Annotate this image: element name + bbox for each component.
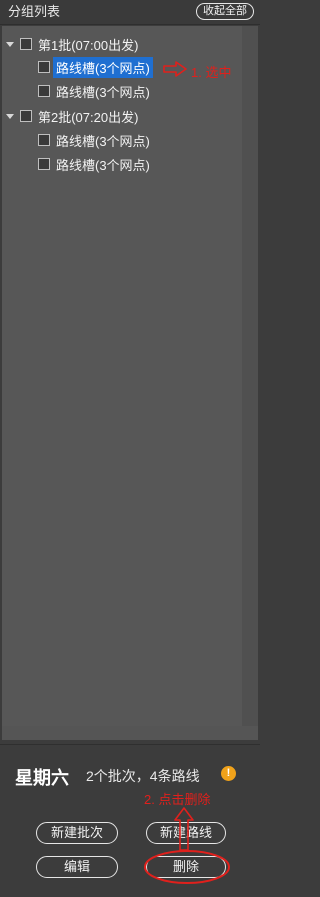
batch-checkbox[interactable] (20, 110, 32, 122)
edit-button[interactable]: 编辑 (36, 856, 118, 878)
group-list-panel: 分组列表 收起全部 第1批(07:00出发) 路线槽(3个网点) 路线槽(3个网… (0, 0, 260, 897)
route-label: 路线槽(3个网点) (56, 84, 150, 100)
info-icon[interactable]: ! (221, 766, 236, 781)
tree-route-2-2[interactable]: 路线槽(3个网点) (38, 154, 150, 174)
route-checkbox[interactable] (38, 134, 50, 146)
annotation-arrow-up-icon (174, 807, 194, 851)
batch-checkbox[interactable] (20, 38, 32, 50)
batch-label: 第2批(07:20出发) (38, 109, 139, 125)
vertical-scrollbar[interactable] (242, 26, 258, 726)
expand-triangle-icon[interactable] (6, 113, 14, 119)
route-label: 路线槽(3个网点) (56, 133, 150, 149)
tree-route-1-2[interactable]: 路线槽(3个网点) (38, 81, 150, 101)
tree-route-1-1[interactable]: 路线槽(3个网点) (38, 56, 153, 78)
annotation-arrow-right-icon (163, 61, 187, 77)
tree-batch-1[interactable]: 第1批(07:00出发) (6, 34, 138, 54)
annotation-highlight-ellipse (144, 850, 230, 884)
panel-header: 分组列表 收起全部 (0, 0, 260, 25)
tree-batch-2[interactable]: 第2批(07:20出发) (6, 106, 138, 126)
batch-label: 第1批(07:00出发) (38, 37, 139, 53)
expand-triangle-icon[interactable] (6, 41, 14, 47)
annotation-step-1: 1. 选中 (191, 65, 232, 80)
batch-route-summary: 2个批次，4条路线 (86, 768, 200, 784)
new-batch-button[interactable]: 新建批次 (36, 822, 118, 844)
route-checkbox[interactable] (38, 85, 50, 97)
panel-title: 分组列表 (8, 4, 61, 19)
tree-route-2-1[interactable]: 路线槽(3个网点) (38, 130, 150, 150)
route-label: 路线槽(3个网点) (56, 157, 150, 173)
route-checkbox[interactable] (38, 158, 50, 170)
collapse-all-button[interactable]: 收起全部 (196, 3, 254, 20)
horizontal-scrollbar[interactable] (2, 726, 258, 740)
weekday-label: 星期六 (15, 768, 69, 788)
route-label-selected[interactable]: 路线槽(3个网点) (53, 56, 153, 78)
route-checkbox[interactable] (38, 61, 50, 73)
